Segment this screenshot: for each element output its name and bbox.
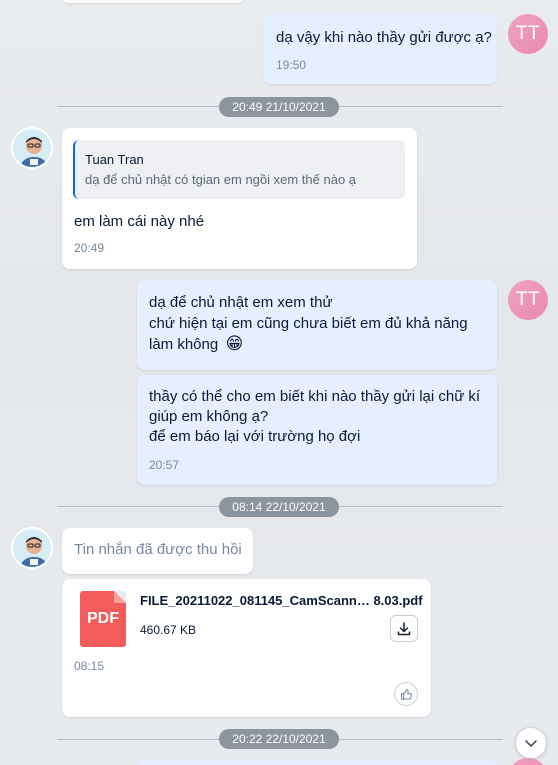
download-button[interactable]: [390, 615, 418, 642]
avatar[interactable]: [11, 127, 53, 169]
avatar-initials: TT: [515, 289, 541, 310]
scroll-to-bottom-button[interactable]: [515, 727, 547, 759]
pdf-file-icon: PDF: [80, 591, 126, 647]
message-time: 19:50: [276, 58, 307, 72]
avatar: [508, 758, 548, 765]
user-avatar-icon: [13, 529, 51, 567]
user-avatar-icon: [13, 129, 51, 167]
chevron-down-icon: [525, 740, 537, 747]
message-text-line: chứ hiện tại em cũng chưa biết em đủ khả…: [149, 315, 468, 332]
message-text: em làm cái này nhé: [74, 213, 205, 230]
message-text-line: giúp em không ạ?: [149, 408, 269, 425]
grinning-emoji-icon: 😁: [225, 334, 244, 353]
react-like-button[interactable]: [394, 682, 418, 706]
recalled-message-text: Tin nhắn đã được thu hồi: [74, 541, 242, 558]
message-bubble-sent[interactable]: dạ để chủ nhật em xem thử chứ hiện tại e…: [137, 280, 497, 370]
message-time: 20:57: [149, 458, 180, 472]
message-time: 08:15: [74, 659, 105, 673]
message-time: 20:49: [74, 241, 105, 255]
date-divider: 20:22 22/10/2021: [219, 729, 339, 749]
message-bubble-received[interactable]: Tuan Tran dạ để chủ nhật có tgian em ngồ…: [62, 128, 417, 269]
message-bubble-sent[interactable]: dạ vậy khi nào thầy gửi được ạ? 19:50: [263, 14, 497, 84]
message-text-line-with-emoji: làm không 😁: [149, 334, 243, 355]
quote-text: dạ để chủ nhật có tgian em ngồi xem thế …: [85, 172, 357, 187]
file-message-bubble[interactable]: PDF FILE_20211022_081145_CamScann… 8.03.…: [62, 579, 431, 717]
avatar[interactable]: TT: [508, 280, 548, 320]
message-bubble-sent[interactable]: thầy có thể cho em biết khi nào thầy gửi…: [137, 375, 497, 485]
thumbs-up-icon: [400, 688, 412, 700]
recalled-message-bubble[interactable]: Tin nhắn đã được thu hồi: [62, 528, 253, 574]
message-text-line: thầy có thể cho em biết khi nào thầy gửi…: [149, 388, 481, 405]
message-text: dạ vậy khi nào thầy gửi được ạ?: [276, 29, 492, 46]
file-name[interactable]: FILE_20211022_081145_CamScann… 8.03.pdf: [140, 593, 423, 608]
avatar[interactable]: TT: [508, 14, 548, 54]
quote-author: Tuan Tran: [85, 152, 144, 167]
date-divider: 08:14 22/10/2021: [219, 497, 339, 517]
message-text-line: để em báo lại với trường họ đợi: [149, 428, 361, 445]
quoted-message[interactable]: Tuan Tran dạ để chủ nhật có tgian em ngồ…: [73, 140, 405, 199]
message-text: làm không: [149, 336, 219, 353]
file-size: 460.67 KB: [140, 623, 197, 637]
avatar[interactable]: [11, 527, 53, 569]
download-icon: [397, 621, 411, 635]
next-message-bubble: [137, 760, 497, 765]
message-text-line: dạ để chủ nhật em xem thử: [149, 294, 333, 311]
date-divider: 20:49 21/10/2021: [219, 97, 339, 117]
previous-message-bubble: [62, 0, 244, 3]
